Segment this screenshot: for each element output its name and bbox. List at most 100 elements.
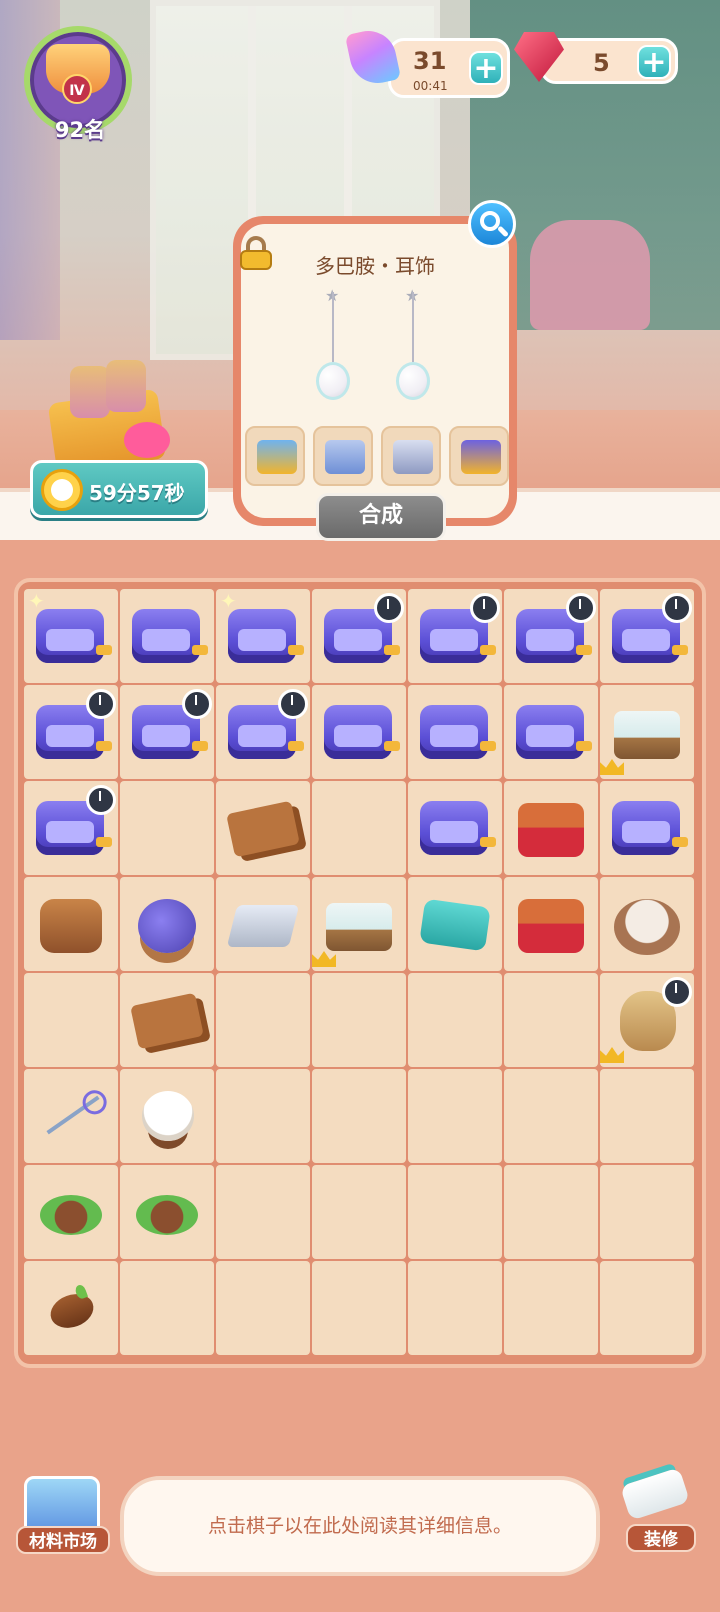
timer-icon xyxy=(662,977,692,1007)
merge-button[interactable]: 合成 xyxy=(316,493,446,541)
board-cell[interactable] xyxy=(504,589,598,683)
board-cell[interactable] xyxy=(408,589,502,683)
board-cell[interactable] xyxy=(408,1261,502,1355)
board-cell[interactable] xyxy=(120,1165,214,1259)
search-button[interactable] xyxy=(468,200,516,248)
board-cell[interactable] xyxy=(408,781,502,875)
board-cell[interactable] xyxy=(600,1261,694,1355)
seed-icon xyxy=(45,1288,99,1334)
sprout-box-icon xyxy=(614,711,680,759)
timer-icon xyxy=(470,593,500,623)
wood-planks-icon xyxy=(130,992,204,1050)
board-cell[interactable] xyxy=(216,685,310,779)
board-cell[interactable] xyxy=(408,1165,502,1259)
energy-timer: 00:41 xyxy=(413,79,448,93)
item-title: 多巴胺・耳饰 xyxy=(315,254,435,278)
board-cell[interactable] xyxy=(312,877,406,971)
board-cell[interactable] xyxy=(120,1261,214,1355)
board-cell[interactable] xyxy=(312,781,406,875)
recipe-slot-sewing-machine[interactable] xyxy=(449,426,509,486)
crown-icon xyxy=(600,759,624,775)
board-cell[interactable] xyxy=(600,589,694,683)
board-cell[interactable] xyxy=(24,1069,118,1163)
board-cell[interactable] xyxy=(600,685,694,779)
timer-icon xyxy=(182,689,212,719)
board-cell[interactable] xyxy=(120,973,214,1067)
board-cell[interactable] xyxy=(504,781,598,875)
earring-left-icon: ★ xyxy=(316,286,350,412)
timer-icon xyxy=(662,593,692,623)
teal-cloth-icon xyxy=(419,898,491,952)
sprout-pot-icon xyxy=(136,1195,198,1235)
event-timer-banner: 59分57秒 xyxy=(30,460,208,518)
board-cell[interactable] xyxy=(408,973,502,1067)
board-cell[interactable] xyxy=(408,685,502,779)
magnifier-handle xyxy=(496,225,510,238)
board-cell[interactable] xyxy=(504,877,598,971)
decorate-button[interactable]: 装修 xyxy=(610,1462,706,1554)
board-cell[interactable] xyxy=(312,589,406,683)
recipe-slot-silver[interactable] xyxy=(381,426,441,486)
board-cell[interactable] xyxy=(408,1069,502,1163)
board-cell[interactable] xyxy=(504,1165,598,1259)
board-cell[interactable] xyxy=(600,973,694,1067)
board-cell[interactable] xyxy=(504,973,598,1067)
board-cell[interactable] xyxy=(600,1165,694,1259)
board-cell[interactable] xyxy=(504,685,598,779)
timer-icon xyxy=(86,689,116,719)
toolbox-icon xyxy=(257,440,297,474)
board-cell[interactable] xyxy=(600,781,694,875)
board-cell[interactable]: ✦ xyxy=(24,589,118,683)
board-cell[interactable] xyxy=(120,1069,214,1163)
board-cell[interactable] xyxy=(600,877,694,971)
event-gift-box[interactable] xyxy=(40,360,172,474)
board-cell[interactable] xyxy=(312,1165,406,1259)
board-cell[interactable] xyxy=(120,781,214,875)
add-gems-button[interactable]: + xyxy=(637,45,671,79)
add-energy-button[interactable]: + xyxy=(469,51,503,85)
silver-bars-icon xyxy=(226,905,300,947)
board-cell[interactable] xyxy=(216,1069,310,1163)
crown-icon xyxy=(312,951,336,967)
sparkle-icon: ✦ xyxy=(220,589,237,613)
board-cell[interactable] xyxy=(312,1261,406,1355)
board-cell[interactable] xyxy=(312,685,406,779)
gem-value: 5 xyxy=(593,49,610,77)
lock-body xyxy=(240,250,272,270)
material-market-button[interactable]: 材料市场 xyxy=(16,1464,110,1554)
board-cell[interactable] xyxy=(24,877,118,971)
board-cell[interactable] xyxy=(216,1165,310,1259)
earring-right-icon: ★ xyxy=(396,286,430,412)
recipe-slot-toolbox[interactable] xyxy=(245,426,305,486)
board-cell[interactable] xyxy=(312,1069,406,1163)
yarn-basket-icon xyxy=(138,899,196,953)
board-cell[interactable] xyxy=(24,685,118,779)
sprout-box-icon xyxy=(326,903,392,951)
board-cell[interactable] xyxy=(24,973,118,1067)
timer-icon xyxy=(278,689,308,719)
board-cell[interactable] xyxy=(408,877,502,971)
board-cell[interactable] xyxy=(216,1261,310,1355)
paint-roller-icon xyxy=(619,1467,691,1521)
board-cell[interactable] xyxy=(504,1069,598,1163)
board-cell[interactable] xyxy=(120,877,214,971)
board-cell[interactable] xyxy=(600,1069,694,1163)
board-cell[interactable] xyxy=(312,973,406,1067)
wood-basket-icon xyxy=(40,899,102,953)
board-cell[interactable]: ✦ xyxy=(216,589,310,683)
board-cell[interactable] xyxy=(120,589,214,683)
energy-value: 31 xyxy=(413,47,447,75)
board-cell[interactable] xyxy=(24,781,118,875)
cotton-icon xyxy=(142,1091,194,1141)
board-cell[interactable] xyxy=(504,1261,598,1355)
board-cell[interactable] xyxy=(24,1261,118,1355)
decorate-label: 装修 xyxy=(626,1524,696,1552)
earring-chain xyxy=(412,292,414,364)
board-cell[interactable] xyxy=(216,781,310,875)
lock-icon xyxy=(240,236,272,270)
recipe-slot-sewing-kit[interactable] xyxy=(313,426,373,486)
board-cell[interactable] xyxy=(216,973,310,1067)
board-cell[interactable] xyxy=(216,877,310,971)
board-cell[interactable] xyxy=(120,685,214,779)
board-cell[interactable] xyxy=(24,1165,118,1259)
